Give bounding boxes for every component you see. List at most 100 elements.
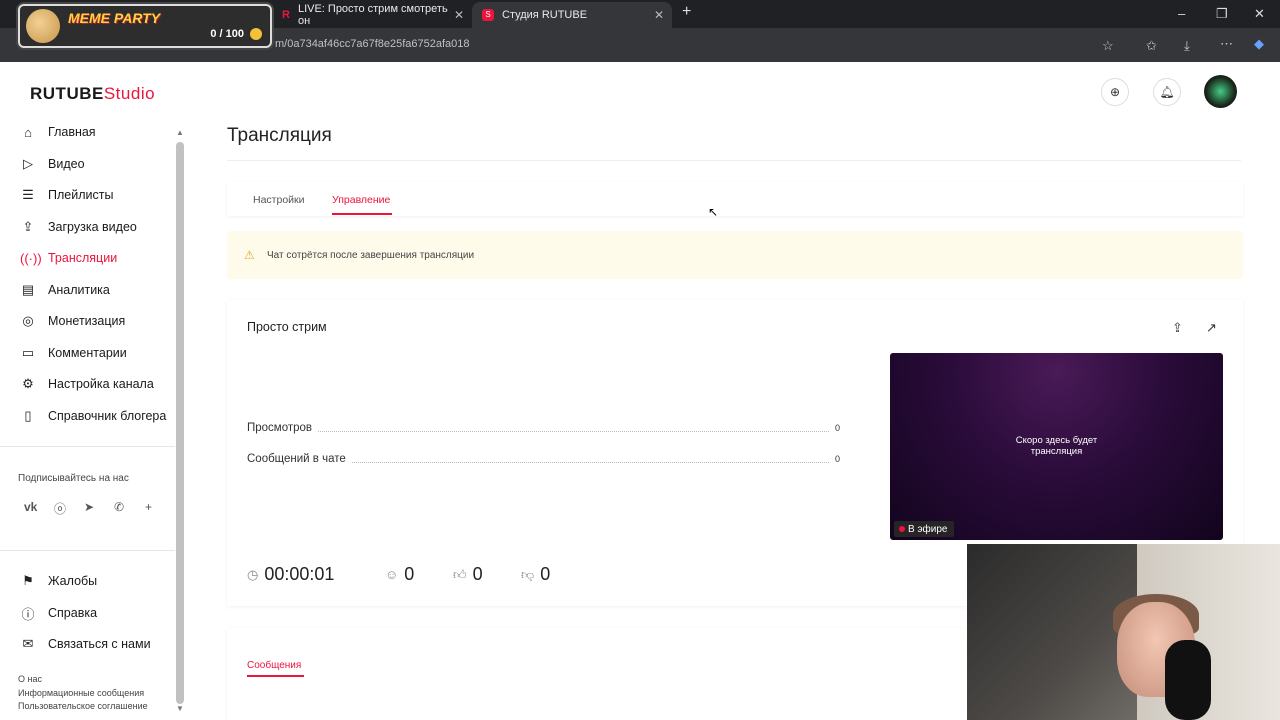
sidebar-item-contact[interactable]: ✉ Связаться с нами (20, 634, 151, 654)
video-icon: ▷ (23, 156, 33, 171)
notifications-button[interactable]: 🔔︎ (1153, 78, 1181, 106)
add-button[interactable]: ⊕ (1101, 78, 1129, 106)
more-icon[interactable]: ⋯ (1220, 36, 1233, 52)
live-badge-label: В эфире (908, 523, 948, 535)
logo-studio: Studio (103, 84, 156, 103)
star-icon[interactable]: ☆ (1102, 38, 1114, 54)
telegram-icon[interactable]: ➤ (84, 500, 94, 514)
coin-icon (250, 28, 262, 40)
book-icon: ▯ (24, 408, 32, 423)
favorites-icon[interactable]: ✩ (1146, 38, 1157, 54)
mail-icon: ✉ (22, 636, 34, 651)
analytics-icon: ▤ (21, 282, 35, 297)
page-title: Трансляция (227, 125, 332, 146)
scroll-down-icon[interactable]: ▼ (176, 704, 184, 713)
player-placeholder: Скоро здесь будет трансляция (890, 435, 1223, 457)
sidebar-item-analytics[interactable]: ▤ Аналитика (20, 280, 110, 300)
sidebar-item-video[interactable]: ▷ Видео (20, 154, 85, 174)
sidebar-scrollbar[interactable] (176, 142, 184, 704)
stat-label: Сообщений в чате (247, 453, 346, 465)
plus-icon: ⊕ (1109, 85, 1121, 99)
duration-metric: ◷ 00:00:01 (247, 564, 334, 585)
url-field[interactable]: m/0a734af46cc7a67f8e25fa6752afa018 (275, 38, 470, 50)
warning-banner: ⚠ Чат сотрётся после завершения трансляц… (227, 231, 1243, 279)
stat-views: Просмотров 0 (247, 420, 840, 436)
viber-icon[interactable]: ✆ (114, 500, 124, 514)
duration-value: 00:00:01 (264, 564, 335, 584)
browser-tab-studio[interactable]: S Студия RUTUBE ✕ (472, 2, 672, 28)
sidebar-item-home[interactable]: ⌂ Главная (20, 122, 96, 142)
sidebar-item-label: Связаться с нами (48, 637, 151, 651)
bell-icon: 🔔︎ (1159, 85, 1175, 99)
footer-link-agreement[interactable]: Пользовательское соглашение (18, 701, 148, 711)
window-close-icon[interactable]: ✕ (1254, 6, 1265, 22)
subscribe-label: Подписывайтесь на нас (18, 473, 129, 484)
vk-icon[interactable]: vk (24, 500, 37, 514)
browser-tab-live[interactable]: R LIVE: Просто стрим смотреть он ✕ (272, 2, 472, 28)
tab-settings[interactable]: Настройки (253, 194, 305, 206)
new-tab-icon[interactable]: + (682, 3, 691, 21)
likes-metric: 👍︎ 0 (453, 564, 483, 585)
clock-icon: ◷ (247, 566, 259, 582)
minimize-icon[interactable]: – (1178, 6, 1185, 21)
sidebar-item-comments[interactable]: ▭ Комментарии (20, 343, 127, 363)
sidebar-item-playlists[interactable]: ☰ Плейлисты (20, 185, 113, 205)
stat-chat-messages: Сообщений в чате 0 (247, 451, 840, 467)
dotted-leader (318, 424, 829, 432)
likes-value: 0 (472, 564, 483, 584)
close-icon[interactable]: ✕ (654, 8, 664, 22)
dislikes-value: 0 (540, 564, 551, 584)
live-badge: В эфире (894, 521, 954, 537)
microphone-icon (1165, 640, 1211, 720)
sidebar-item-label: Аналитика (48, 283, 110, 297)
sidebar-item-blogger-guide[interactable]: ▯ Справочник блогера (20, 406, 166, 426)
sidebar-item-label: Справочник блогера (48, 409, 167, 423)
sidebar-item-upload[interactable]: ⇪ Загрузка видео (20, 217, 137, 237)
meme-party-widget: MEME PARTY 0 / 100 (18, 4, 272, 48)
dotted-leader (351, 455, 829, 463)
stream-player[interactable]: Скоро здесь будет трансляция В эфире (890, 353, 1223, 540)
sidebar-item-help[interactable]: ⓘ Справка (20, 603, 97, 623)
stat-value: 0 (834, 423, 840, 433)
ok-icon[interactable]: ⓞ (54, 500, 66, 517)
sidebar-item-monetization[interactable]: ◎ Монетизация (20, 311, 125, 331)
tab-management[interactable]: Управление (332, 194, 390, 206)
sidebar-item-label: Главная (48, 125, 96, 139)
copilot-icon[interactable]: ◆ (1254, 36, 1264, 52)
footer-link-about[interactable]: О нас (18, 674, 42, 684)
sidebar-item-channel-settings[interactable]: ⚙ Настройка канала (20, 374, 154, 394)
share-icon[interactable]: ⇪ (1172, 320, 1183, 336)
sidebar-item-label: Видео (48, 157, 85, 171)
cursor-icon: ↖ (708, 205, 719, 219)
sidebar-item-label: Плейлисты (48, 188, 114, 202)
sidebar-item-label: Монетизация (48, 314, 126, 328)
monetization-icon: ◎ (22, 313, 34, 328)
logo[interactable]: RUTUBEStudio (30, 84, 155, 104)
thumbs-up-icon: 👍︎ (453, 566, 467, 582)
tabs-bar: Настройки Управление (227, 182, 1243, 216)
warning-text: Чат сотрётся после завершения трансляции (267, 250, 475, 261)
download-icon[interactable]: ⤓ (1184, 38, 1190, 54)
stat-label: Просмотров (247, 422, 313, 434)
sidebar-item-broadcasts[interactable]: ((·)) Трансляции (20, 248, 117, 268)
maximize-icon[interactable]: ❐ (1216, 6, 1228, 22)
scroll-up-icon[interactable]: ▲ (176, 128, 184, 137)
sidebar-item-complaints[interactable]: ⚑ Жалобы (20, 571, 97, 591)
live-dot-icon (899, 526, 905, 532)
meme-party-title: MEME PARTY (68, 10, 161, 26)
sidebar-item-label: Настройка канала (48, 377, 154, 391)
playlist-icon: ☰ (22, 187, 34, 202)
footer-link-info[interactable]: Информационные сообщения (18, 688, 144, 698)
external-link-icon[interactable]: ↗ (1206, 320, 1217, 336)
flag-icon: ⚑ (22, 573, 34, 588)
stat-value: 0 (834, 454, 840, 464)
sidebar-item-label: Трансляции (48, 251, 118, 265)
tab-messages[interactable]: Сообщения (247, 660, 301, 671)
plus-icon[interactable]: + (145, 500, 152, 514)
sidebar-item-label: Загрузка видео (48, 220, 137, 234)
sidebar-item-label: Справка (48, 606, 98, 620)
warning-icon: ⚠ (244, 248, 255, 262)
sidebar-item-label: Комментарии (48, 346, 127, 360)
close-icon[interactable]: ✕ (454, 8, 464, 22)
avatar[interactable] (1204, 75, 1237, 108)
